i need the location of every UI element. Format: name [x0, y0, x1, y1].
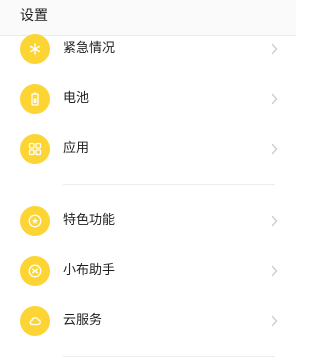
settings-item-label: 云服务 [63, 313, 103, 328]
section-divider [63, 184, 275, 185]
assistant-icon [20, 256, 50, 286]
settings-item-battery[interactable]: 电池 [0, 74, 296, 124]
settings-item-assistant[interactable]: 小布助手 [0, 246, 296, 296]
battery-icon [20, 84, 50, 114]
cloud-icon [20, 306, 50, 336]
settings-item-label: 紧急情况 [63, 41, 116, 56]
chevron-right-icon [271, 93, 278, 105]
star-icon [20, 206, 50, 236]
settings-item-features[interactable]: 特色功能 [0, 196, 296, 246]
page-title: 设置 [20, 8, 48, 24]
section-divider [63, 356, 275, 357]
settings-item-label: 特色功能 [63, 213, 116, 228]
chevron-right-icon [271, 315, 278, 327]
chevron-right-icon [271, 43, 278, 55]
chevron-right-icon [271, 265, 278, 277]
settings-item-label: 电池 [63, 91, 90, 106]
emergency-icon [20, 34, 50, 64]
apps-grid-icon [20, 134, 50, 164]
settings-item-label: 应用 [63, 141, 90, 156]
settings-item-label: 小布助手 [63, 263, 116, 278]
chevron-right-icon [271, 215, 278, 227]
chevron-right-icon [271, 143, 278, 155]
settings-item-cloud[interactable]: 云服务 [0, 296, 296, 346]
settings-item-apps[interactable]: 应用 [0, 124, 296, 174]
settings-item-emergency[interactable]: 紧急情况 [0, 24, 296, 74]
